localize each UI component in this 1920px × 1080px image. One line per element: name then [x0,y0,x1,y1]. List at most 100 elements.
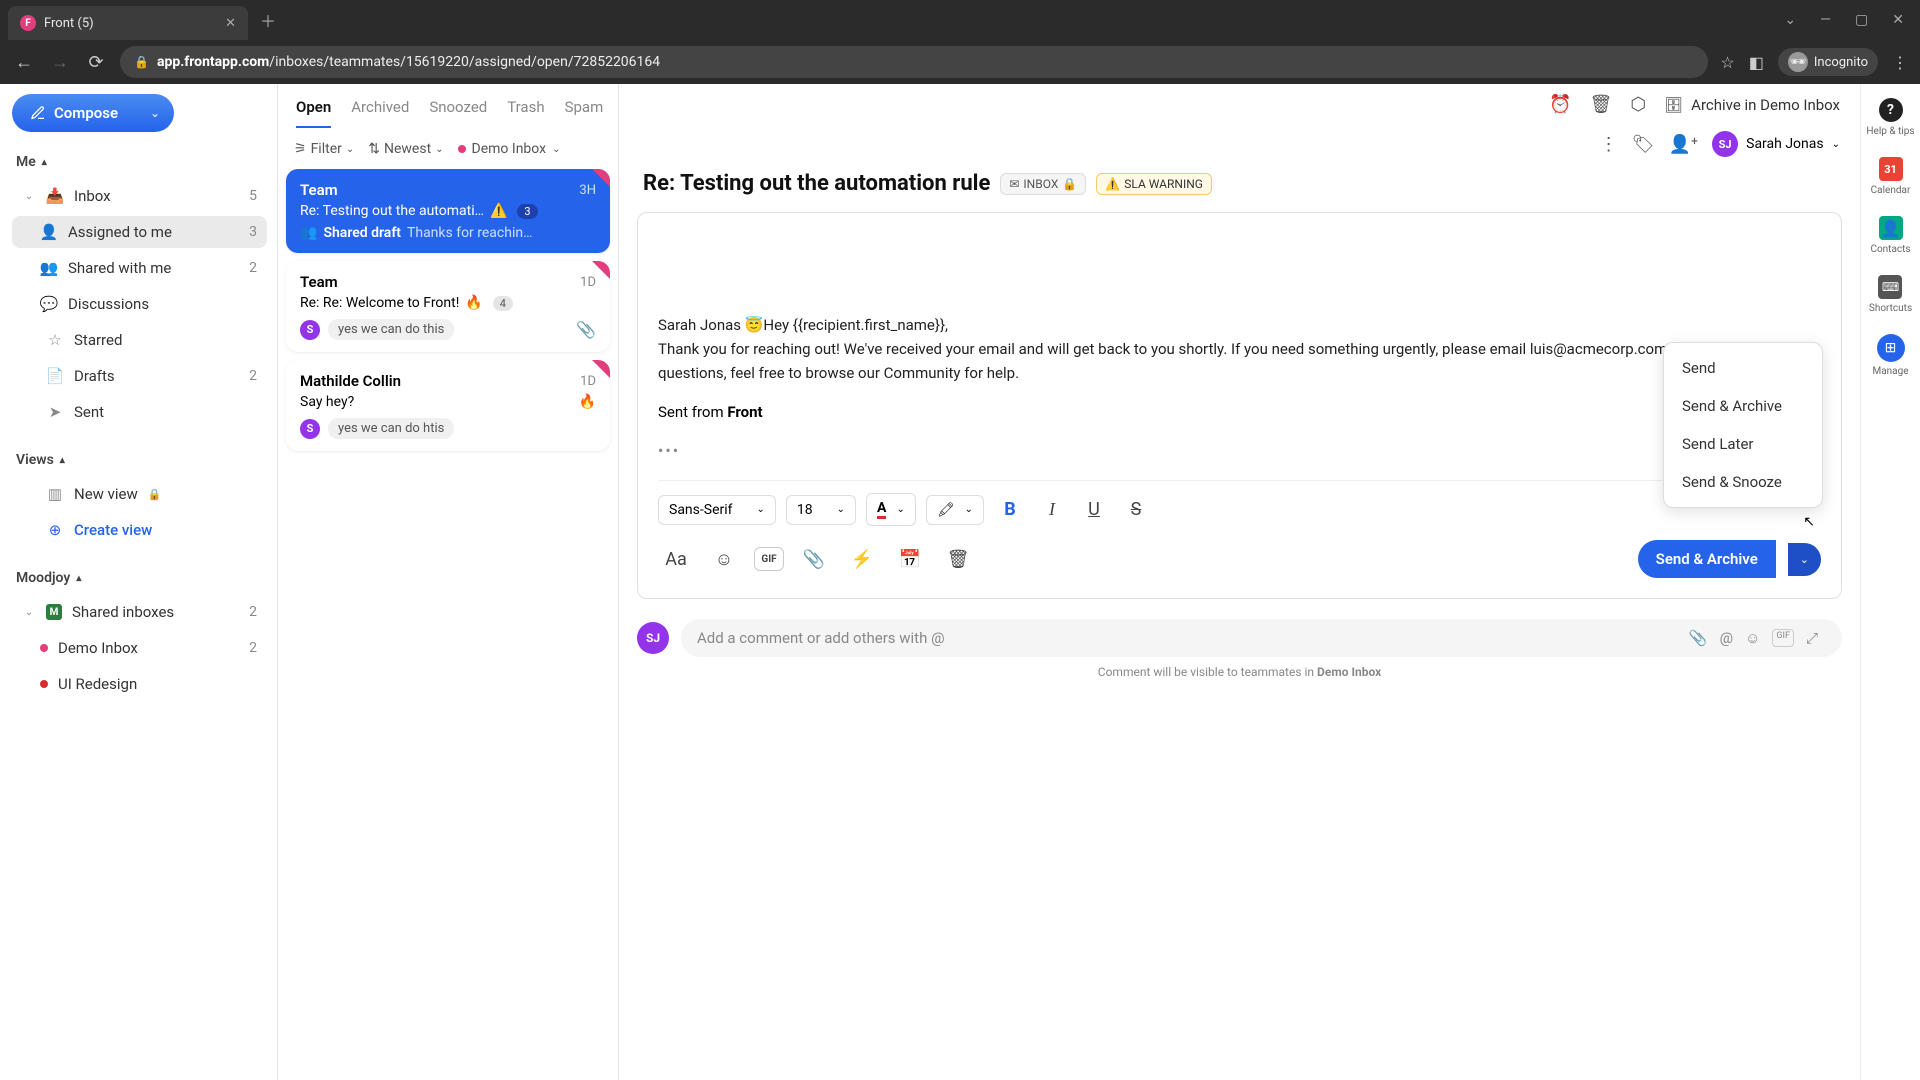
bookmark-icon[interactable]: ☆ [1720,53,1734,72]
tab-trash[interactable]: Trash [507,98,544,128]
conversation-item[interactable]: Mathilde Collin 1D Say hey? 🔥 S yes we c… [286,360,610,451]
rail-manage[interactable]: ⊞ Manage [1872,334,1908,377]
nav-starred[interactable]: ☆ Starred [12,324,267,356]
underline-button[interactable]: U [1078,494,1110,526]
send-option-send[interactable]: Send [1664,349,1822,387]
italic-button[interactable]: I [1036,494,1068,526]
browser-menu-icon[interactable]: ⋮ [1892,53,1908,72]
conversation-item[interactable]: Team 1D Re: Re: Welcome to Front! 🔥 4 S … [286,261,610,352]
send-dropdown-button[interactable]: ⌄ [1788,543,1821,576]
rail-calendar[interactable]: 31 Calendar [1871,157,1911,196]
discard-icon[interactable]: 🗑 [940,541,976,577]
lock-icon: 🔒 [134,55,149,69]
nav-discussions[interactable]: 💬 Discussions [12,288,267,320]
text-color-select[interactable]: A⌄ [866,493,916,526]
right-rail: ? Help & tips 31 Calendar 👤 Contacts ⌨ S… [1860,84,1920,1080]
browser-tab[interactable]: F Front (5) ✕ [8,6,248,40]
forward-icon[interactable]: → [48,52,72,73]
workspace-badge: M [46,604,62,620]
nav-assigned-to-me[interactable]: 👤 Assigned to me 3 [12,216,267,248]
nav-demo-inbox[interactable]: Demo Inbox 2 [12,632,267,664]
calendar-icon: 31 [1879,157,1903,181]
nav-inbox[interactable]: ⌄ 📥 Inbox 5 [12,180,267,212]
back-icon[interactable]: ← [12,52,36,73]
archive-icon: 🗄 [1664,96,1683,114]
send-icon: ➤ [46,403,64,421]
nav-new-view[interactable]: ▥ New view 🔒 [12,478,267,510]
add-participant-icon[interactable]: 👤⁺ [1668,134,1698,155]
archive-button[interactable]: 🗄 Archive in Demo Inbox [1664,96,1840,114]
mention-icon[interactable]: @ [1720,629,1733,647]
tab-snoozed[interactable]: Snoozed [429,98,487,128]
expand-trimmed-icon[interactable]: ••• [658,441,1821,460]
compose-area[interactable]: Sarah Jonas 😇Hey {{recipient.first_name}… [637,212,1842,599]
more-icon[interactable]: ⋮ [1600,134,1618,155]
strikethrough-button[interactable]: S [1120,494,1152,526]
assignee-selector[interactable]: SJ Sarah Jonas ⌄ [1712,131,1840,157]
nav-shared-inboxes[interactable]: ⌄ M Shared inboxes 2 [12,596,267,628]
close-window-icon[interactable]: ✕ [1892,12,1904,28]
font-family-select[interactable]: Sans-Serif⌄ [658,495,776,525]
filter-button[interactable]: ⚞ Filter ⌄ [294,141,354,157]
rail-shortcuts[interactable]: ⌨ Shortcuts [1869,275,1912,314]
bold-button[interactable]: B [994,494,1026,526]
extensions-icon[interactable]: ◧ [1749,53,1764,72]
send-option-send-later[interactable]: Send Later [1664,425,1822,463]
sla-warning-tag[interactable]: ⚠️ SLA WARNING [1096,173,1212,195]
compose-button[interactable]: Compose [12,94,136,132]
incognito-badge[interactable]: 🕶 Incognito [1778,48,1878,76]
rail-contacts[interactable]: 👤 Contacts [1870,216,1910,255]
nav-create-view[interactable]: ⊕ Create view [12,514,267,546]
emoji-icon[interactable]: ☺ [1745,629,1760,647]
send-option-send-snooze[interactable]: Send & Snooze [1664,463,1822,501]
spam-icon[interactable]: ⬡ [1630,94,1646,115]
sort-button[interactable]: ⇅ Newest ⌄ [368,141,443,157]
nav-shared-with-me[interactable]: 👥 Shared with me 2 [12,252,267,284]
conversation-list-pane: Open Archived Snoozed Trash Spam ⚞ Filte… [278,84,618,1080]
window-controls: ⌄ ― ▢ ✕ [1784,12,1920,28]
maximize-icon[interactable]: ▢ [1855,12,1868,28]
gif-icon[interactable]: GIF [1772,629,1794,647]
attachment-icon[interactable]: 📎 [1689,629,1708,647]
reload-icon[interactable]: ⟳ [84,52,108,73]
section-moodjoy[interactable]: Moodjoy ▴ [12,564,267,592]
gif-icon[interactable]: GIF [754,547,784,571]
emoji-icon[interactable]: ☺ [706,541,742,577]
highlight-color-select[interactable]: 🖍⌄ [926,495,984,525]
chevron-down-icon: ⌄ [965,504,973,515]
message-count-badge: 3 [517,204,537,219]
tab-spam[interactable]: Spam [565,98,604,128]
new-tab-button[interactable]: ＋ [260,8,276,32]
highlight-icon: 🖍 [937,502,955,518]
url-input[interactable]: 🔒 app.frontapp.com/inboxes/teammates/156… [120,46,1708,78]
text-style-icon[interactable]: Aa [658,541,694,577]
tab-archived[interactable]: Archived [351,98,409,128]
nav-ui-redesign[interactable]: UI Redesign [12,668,267,700]
attachment-icon[interactable]: 📎 [796,541,832,577]
expand-icon[interactable]: ⤢ [1806,629,1818,647]
scope-selector[interactable]: Demo Inbox ⌄ [458,141,561,157]
minimize-icon[interactable]: ― [1820,12,1831,28]
conversation-item[interactable]: Team 3H Re: Testing out the automati… ⚠️… [286,169,610,253]
comment-input[interactable]: Add a comment or add others with @ 📎 @ ☺… [681,619,1842,657]
section-views[interactable]: Views ▴ [12,446,267,474]
nav-sent[interactable]: ➤ Sent [12,396,267,428]
chevron-down-icon: ⌄ [346,144,354,155]
section-me[interactable]: Me ▴ [12,148,267,176]
send-archive-button[interactable]: Send & Archive [1638,540,1776,578]
quick-reply-icon[interactable]: ⚡ [844,541,880,577]
send-option-send-archive[interactable]: Send & Archive [1664,387,1822,425]
tab-open[interactable]: Open [296,98,331,128]
nav-drafts[interactable]: 📄 Drafts 2 [12,360,267,392]
close-tab-icon[interactable]: ✕ [225,16,236,31]
calendar-insert-icon[interactable]: 📅 [892,541,928,577]
inbox-tag[interactable]: ✉ INBOX 🔒 [1000,173,1086,195]
trash-icon[interactable]: 🗑 [1590,94,1613,115]
compose-dropdown-button[interactable]: ⌄ [136,94,174,132]
snooze-icon[interactable]: ⏰ [1549,94,1571,115]
font-size-select[interactable]: 18⌄ [786,495,856,525]
rail-help[interactable]: ? Help & tips [1866,98,1914,137]
tag-icon[interactable]: 🏷 [1632,134,1655,155]
message-body[interactable]: Sarah Jonas 😇Hey {{recipient.first_name}… [658,313,1821,385]
tab-dropdown-icon[interactable]: ⌄ [1784,12,1796,28]
